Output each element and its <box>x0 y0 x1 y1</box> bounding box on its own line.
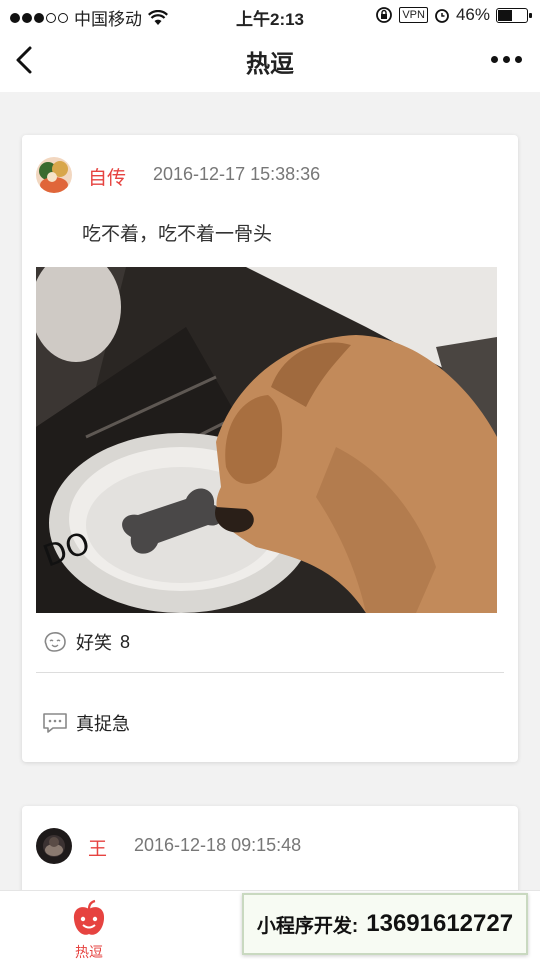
battery-icon <box>496 7 532 23</box>
apple-logo-icon <box>73 899 105 935</box>
post-username[interactable]: 自传 <box>88 163 126 190</box>
funny-count: 8 <box>120 631 131 652</box>
alarm-icon <box>435 9 449 23</box>
tab-hot[interactable]: 热逗 <box>49 899 129 960</box>
divider <box>36 672 504 673</box>
comment-bubble-icon <box>43 713 67 733</box>
vpn-badge: VPN <box>399 7 428 23</box>
laugh-face-icon <box>44 632 66 652</box>
post-card: 自传 2016-12-17 15:38:36 吃不着，吃不着一骨头 DO 好笑 … <box>22 135 518 762</box>
post-text: 吃不着，吃不着一骨头 <box>82 224 273 245</box>
post-datetime: 2016-12-18 09:15:48 <box>134 835 302 855</box>
more-options-icon[interactable] <box>491 56 522 63</box>
post-image[interactable]: DO <box>36 267 497 613</box>
promo-phone: 13691612727 <box>366 910 514 937</box>
status-bar: 中国移动 上午2:13 VPN 46% <box>0 0 540 30</box>
post-datetime: 2016-12-17 15:38:36 <box>153 164 321 184</box>
avatar[interactable] <box>36 828 72 864</box>
comment-row[interactable]: 真捉急 <box>42 710 130 736</box>
page-title: 热逗 <box>246 51 294 78</box>
funny-stat[interactable]: 好笑 8 <box>42 629 130 655</box>
promo-label: 小程序开发: <box>256 915 359 937</box>
post-username[interactable]: 王 <box>88 834 107 861</box>
battery-percent: 46% <box>455 5 490 24</box>
comment-text: 真捉急 <box>76 714 130 734</box>
rotation-lock-icon <box>376 7 393 23</box>
funny-label: 好笑 <box>76 633 112 653</box>
avatar[interactable] <box>36 157 72 193</box>
tab-hot-label: 热逗 <box>75 944 103 960</box>
navigation-bar: 热逗 <box>0 30 540 92</box>
promo-banner: 小程序开发: 13691612727 <box>242 893 528 955</box>
